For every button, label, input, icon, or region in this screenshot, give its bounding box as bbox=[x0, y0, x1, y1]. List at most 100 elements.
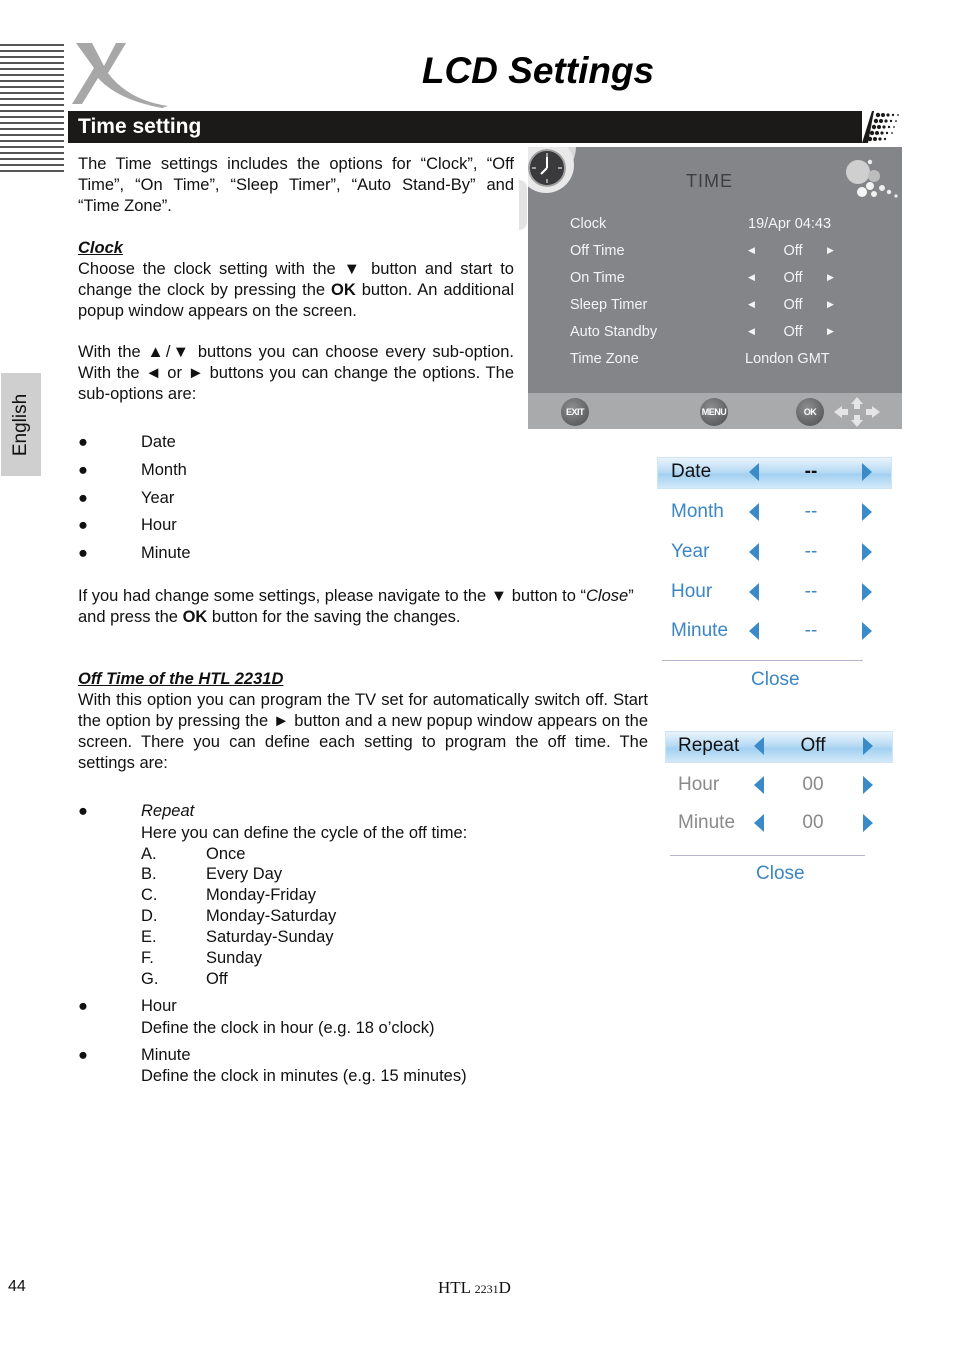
row-label: Year bbox=[671, 541, 710, 562]
popup-row-year[interactable]: Year -- bbox=[671, 539, 891, 569]
tv-menu-title: TIME bbox=[686, 171, 733, 191]
page-title: LCD Settings bbox=[421, 50, 655, 91]
list-item-label: Minute bbox=[141, 544, 191, 562]
tv-menu-row-off-time[interactable]: Off Time ◀ Off ▶ bbox=[570, 243, 890, 265]
popup-row-minute[interactable]: Minute -- bbox=[671, 618, 891, 648]
right-arrow-icon[interactable] bbox=[862, 543, 872, 561]
row-value: -- bbox=[804, 620, 818, 641]
repeat-option: E. Saturday-Sunday bbox=[141, 927, 334, 948]
right-arrow-icon[interactable]: ▶ bbox=[827, 299, 834, 310]
row-label: Month bbox=[671, 501, 724, 522]
list-item-label: Month bbox=[141, 461, 187, 479]
right-arrow-icon[interactable] bbox=[863, 776, 873, 794]
left-arrow-icon[interactable] bbox=[749, 622, 759, 640]
save-text-a: If you had change some settings, please … bbox=[78, 587, 586, 605]
bullet-icon: ● bbox=[78, 433, 88, 451]
right-arrow-icon[interactable] bbox=[862, 503, 872, 521]
left-arrow-icon[interactable] bbox=[754, 737, 764, 755]
repeat-option: D. Monday-Saturday bbox=[141, 906, 336, 927]
popup-row-hour[interactable]: Hour 00 bbox=[678, 772, 893, 802]
row-value: Off bbox=[783, 297, 803, 313]
clock-decoration bbox=[519, 180, 527, 230]
language-label: English bbox=[10, 393, 31, 456]
row-label: Auto Standby bbox=[570, 324, 658, 340]
right-arrow-icon[interactable]: ▶ bbox=[827, 245, 834, 256]
save-text-close: Close bbox=[586, 587, 629, 605]
tv-time-menu: TIME Clock 19/Apr 04:43 Off Time ◀ Off ▶ On … bbox=[528, 147, 902, 429]
row-value: Off bbox=[783, 243, 803, 259]
model-suffix: D bbox=[498, 1278, 511, 1297]
row-label: Minute bbox=[671, 620, 729, 641]
bullet-icon: ● bbox=[78, 802, 88, 820]
row-value: -- bbox=[804, 461, 818, 482]
right-arrow-icon[interactable]: ▶ bbox=[827, 272, 834, 283]
option-text: Saturday-Sunday bbox=[206, 928, 334, 946]
clock-icon bbox=[528, 149, 566, 187]
right-arrow-icon[interactable] bbox=[863, 737, 873, 755]
popup-row-date[interactable]: Date -- bbox=[671, 459, 891, 489]
row-value: 19/Apr 04:43 bbox=[748, 216, 832, 232]
left-arrow-icon[interactable] bbox=[754, 814, 764, 832]
tv-menu-row-sleep-timer[interactable]: Sleep Timer ◀ Off ▶ bbox=[570, 297, 890, 319]
list-item-label: Hour bbox=[141, 997, 177, 1015]
page-number: 44 bbox=[8, 1278, 26, 1295]
popup-row-minute[interactable]: Minute 00 bbox=[678, 810, 893, 840]
row-label: On Time bbox=[570, 270, 625, 286]
option-text: Sunday bbox=[206, 949, 262, 967]
left-arrow-icon[interactable] bbox=[749, 583, 759, 601]
repeat-option: A. Once bbox=[141, 844, 245, 865]
row-value: Off bbox=[783, 324, 803, 340]
tv-menu-row-time-zone[interactable]: Time Zone London GMT bbox=[570, 351, 890, 373]
model-name: HTL 2231D bbox=[438, 1278, 511, 1298]
tv-menu-row-auto-standby[interactable]: Auto Standby ◀ Off ▶ bbox=[570, 324, 890, 346]
intro-paragraph: The Time settings includes the options f… bbox=[78, 155, 514, 215]
option-letter: F. bbox=[141, 949, 154, 967]
row-label: Minute bbox=[678, 812, 736, 833]
clock-paragraph-2: With the ▲/▼ buttons you can choose ever… bbox=[78, 343, 514, 403]
tv-menu-row-on-time[interactable]: On Time ◀ Off ▶ bbox=[570, 270, 890, 292]
right-arrow-icon[interactable] bbox=[862, 583, 872, 601]
option-letter: G. bbox=[141, 970, 159, 988]
left-arrow-icon[interactable] bbox=[749, 503, 759, 521]
close-button[interactable]: Close bbox=[756, 863, 805, 885]
row-value: -- bbox=[804, 541, 818, 562]
language-tab: English bbox=[1, 373, 41, 476]
save-text-c: button for the saving the changes. bbox=[207, 608, 461, 626]
save-instructions: If you had change some settings, please … bbox=[78, 586, 644, 628]
minute-description: Define the clock in minutes (e.g. 15 min… bbox=[141, 1067, 467, 1085]
bubbles-decoration-icon bbox=[846, 159, 898, 198]
option-letter: E. bbox=[141, 928, 157, 946]
row-label: Date bbox=[671, 461, 712, 482]
left-arrow-icon[interactable] bbox=[754, 776, 764, 794]
close-button[interactable]: Close bbox=[751, 669, 800, 691]
right-arrow-icon[interactable] bbox=[862, 622, 872, 640]
row-value: Off bbox=[800, 735, 826, 756]
popup-row-hour[interactable]: Hour -- bbox=[671, 579, 891, 609]
right-arrow-icon[interactable] bbox=[862, 463, 872, 481]
navigation-arrows-icon bbox=[834, 397, 880, 427]
ok-button[interactable]: OK bbox=[796, 398, 824, 426]
exit-button[interactable]: EXIT bbox=[561, 398, 589, 426]
tv-menu-row-clock[interactable]: Clock 19/Apr 04:43 bbox=[570, 216, 890, 238]
right-arrow-icon[interactable]: ▶ bbox=[827, 326, 834, 337]
popup-row-repeat[interactable]: Repeat Off bbox=[678, 733, 893, 763]
row-value: Off bbox=[783, 270, 803, 286]
bullet-icon: ● bbox=[78, 489, 88, 507]
right-arrow-icon[interactable] bbox=[863, 814, 873, 832]
menu-button[interactable]: MENU bbox=[700, 398, 728, 426]
option-letter: C. bbox=[141, 886, 158, 904]
row-label: Hour bbox=[671, 581, 713, 602]
row-label: Sleep Timer bbox=[570, 297, 648, 313]
row-label: Time Zone bbox=[570, 351, 639, 367]
off-time-heading: Off Time of the HTL 2231D bbox=[78, 670, 284, 688]
row-value: 00 bbox=[802, 774, 824, 795]
clock-paragraph-1: Choose the clock setting with the ▼ butt… bbox=[78, 259, 514, 322]
left-arrow-icon[interactable] bbox=[749, 463, 759, 481]
off-time-paragraph: With this option you can program the TV … bbox=[78, 691, 648, 772]
row-label: Hour bbox=[678, 774, 720, 795]
popup-row-month[interactable]: Month -- bbox=[671, 499, 891, 529]
left-arrow-icon[interactable] bbox=[749, 543, 759, 561]
tv-menu-footer: EXIT MENU OK bbox=[528, 393, 902, 429]
row-value: -- bbox=[804, 581, 818, 602]
option-text: Off bbox=[206, 970, 228, 988]
